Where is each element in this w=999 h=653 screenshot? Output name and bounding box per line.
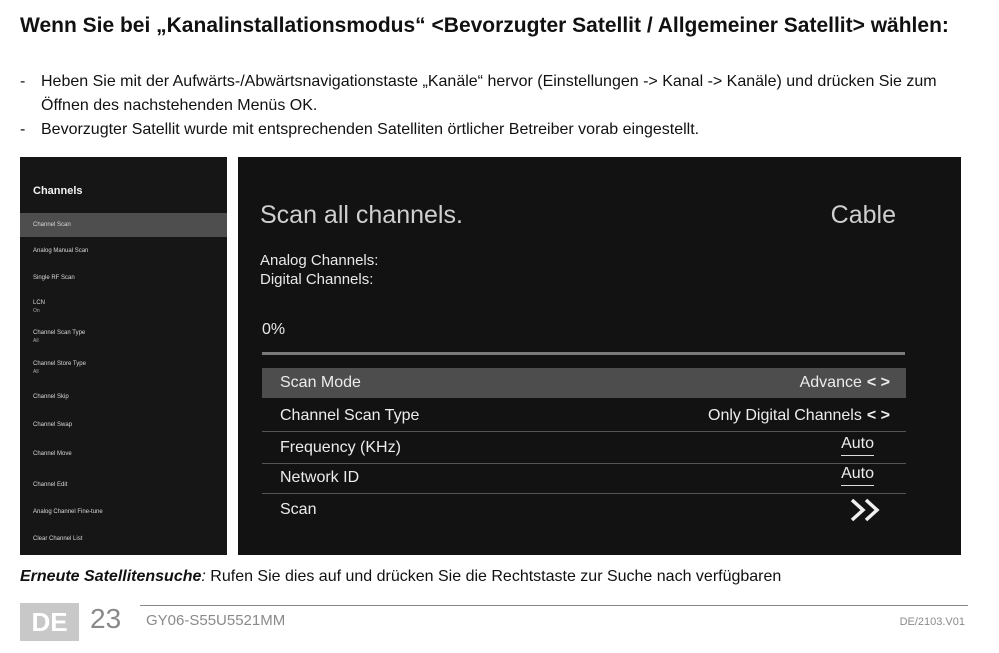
left-right-arrows-icon: < > (866, 374, 890, 391)
signal-source: Cable (830, 201, 896, 229)
scan-row[interactable]: Scan (262, 495, 906, 525)
menu-title: Channels (33, 185, 83, 197)
scan-mode-value: Advance < > (799, 374, 890, 391)
menu-item-label: Channel Move (33, 451, 72, 457)
menu-item-label: Analog Manual Scan (33, 248, 89, 254)
menu-item-value: All (33, 369, 39, 375)
menu-item-label: Channel Skip (33, 394, 69, 400)
bullet-dash: - (20, 121, 26, 138)
row-label: Network ID (280, 469, 360, 486)
footer-text: Rufen Sie dies auf und drücken Sie die R… (205, 568, 782, 585)
channels-menu: Channels Channel Scan Analog Manual Scan… (20, 157, 227, 555)
page-number: 23 (90, 603, 122, 634)
bullet-text: Heben Sie mit der Aufwärts-/Abwärtsnavig… (41, 73, 937, 114)
menu-item-label: LCN (33, 300, 46, 306)
menu-item-label: Clear Channel List (33, 536, 83, 542)
menu-item-label: Channel Edit (33, 482, 68, 488)
scan-title: Scan all channels. (260, 201, 463, 229)
bullet-item: - Heben Sie mit der Aufwärts-/Abwärtsnav… (20, 70, 980, 118)
bullet-item: - Bevorzugter Satellit wurde mit entspre… (20, 118, 980, 142)
channel-scan-type-value: Only Digital Channels < > (708, 407, 890, 424)
menu-item-label: Analog Channel Fine-tune (33, 509, 103, 515)
left-right-arrows-icon: < > (866, 407, 890, 424)
row-label: Channel Scan Type (280, 407, 420, 424)
progress-percent: 0% (262, 321, 286, 338)
double-chevron-right-icon[interactable] (846, 495, 886, 525)
row-label: Frequency (KHz) (280, 439, 401, 456)
progress-bar (262, 352, 905, 355)
bullet-text: Bevorzugter Satellit wurde mit entsprech… (41, 121, 700, 138)
digital-channels-label: Digital Channels: (260, 271, 374, 288)
analog-channels-label: Analog Channels: (260, 252, 379, 269)
footer-divider (140, 605, 968, 606)
network-id-value: Auto (841, 465, 874, 486)
scan-screen: Scan all channels. Cable Analog Channels… (238, 157, 961, 555)
model-number: GY06-S55U5521MM (146, 612, 286, 629)
channel-scan-type-row[interactable]: Channel Scan Type Only Digital Channels <… (262, 401, 906, 432)
document-version: DE/2103.V01 (899, 616, 965, 628)
language-badge: DE (20, 603, 79, 641)
footer-paragraph: Erneute Satellitensuche: Rufen Sie dies … (20, 568, 781, 586)
menu-item-label: Channel Swap (33, 422, 73, 428)
menu-item-label: Channel Store Type (33, 361, 86, 367)
network-id-row[interactable]: Network ID Auto (262, 463, 906, 494)
menu-item-label: Single RF Scan (33, 275, 75, 281)
bullet-list: - Heben Sie mit der Aufwärts-/Abwärtsnav… (20, 70, 980, 142)
row-label: Scan (280, 501, 317, 518)
row-label: Scan Mode (280, 374, 361, 391)
menu-item-label: Channel Scan Type (33, 330, 86, 336)
frequency-value: Auto (841, 435, 874, 456)
page-heading: Wenn Sie bei „Kanalinstallationsmodus“ <… (20, 14, 949, 37)
scan-mode-row[interactable]: Scan Mode Advance < > (262, 368, 906, 398)
menu-item-value: On (33, 308, 40, 314)
bullet-dash: - (20, 73, 26, 90)
menu-item-value: All (33, 338, 39, 344)
menu-item-label: Channel Scan (33, 222, 71, 228)
footer-emphasis: Erneute Satellitensuche (20, 568, 202, 585)
menu-item-channel-scan[interactable]: Channel Scan (20, 213, 227, 237)
frequency-row[interactable]: Frequency (KHz) Auto (262, 433, 906, 464)
